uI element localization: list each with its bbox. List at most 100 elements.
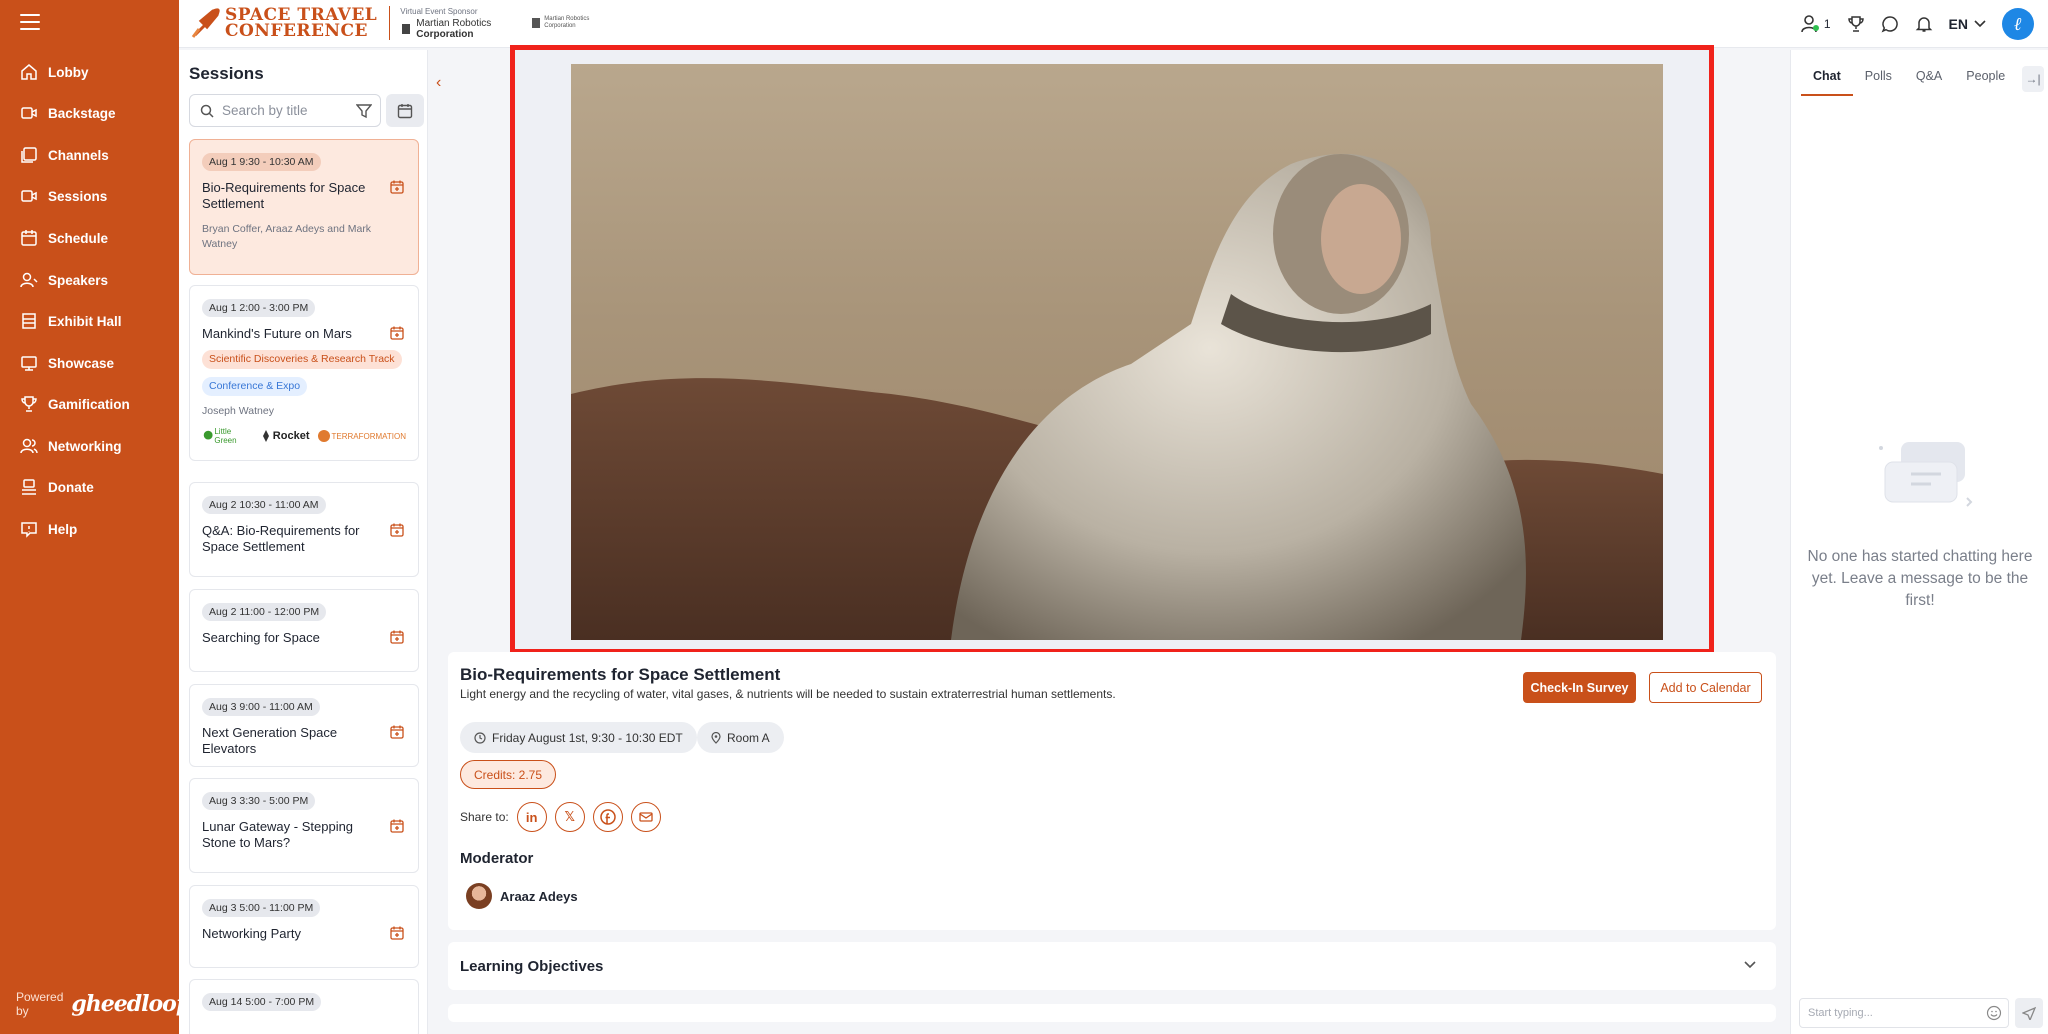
video-icon — [21, 190, 37, 202]
search-input[interactable] — [222, 103, 342, 118]
nav-item-help[interactable]: Help — [0, 511, 179, 547]
nav-item-donate[interactable]: Donate — [0, 469, 179, 505]
learning-objectives-heading: Learning Objectives — [460, 958, 604, 975]
sponsor-logos: Little Green Rocket TERRAFORMATION — [202, 427, 406, 445]
online-users-button[interactable]: 1 — [1800, 14, 1831, 34]
nav-item-schedule[interactable]: Schedule — [0, 220, 179, 256]
tree-icon — [203, 430, 213, 440]
video-highlight — [510, 45, 1714, 654]
session-card[interactable]: Aug 3 3:30 - 5:00 PM Lunar Gateway - Ste… — [189, 778, 419, 873]
sponsor-label: Virtual Event Sponsor — [400, 6, 478, 16]
session-card[interactable]: Aug 3 5:00 - 11:00 PM Networking Party — [189, 885, 419, 968]
filter-icon[interactable] — [356, 103, 372, 119]
platform-logo[interactable]: gheedloop — [71, 991, 191, 1017]
rocket-logo-icon — [191, 8, 220, 38]
moderator[interactable]: Araaz Adeys — [466, 883, 578, 909]
send-button[interactable] — [2015, 998, 2043, 1028]
nav-item-backstage[interactable]: Backstage — [0, 95, 179, 131]
add-calendar-icon[interactable] — [390, 523, 404, 537]
nav-item-gamification[interactable]: Gamification — [0, 386, 179, 422]
facebook-icon — [599, 809, 616, 825]
tab-qa[interactable]: Q&A — [1904, 50, 1954, 96]
sponsor2-name-line2: Corporation — [544, 23, 576, 29]
session-card[interactable]: Aug 1 9:30 - 10:30 AM Bio-Requirements f… — [189, 139, 419, 275]
chat-input[interactable] — [1808, 1007, 1968, 1019]
search-icon — [200, 104, 214, 118]
chat-input-box — [1799, 998, 2009, 1028]
astronaut-image — [571, 64, 1663, 640]
session-card[interactable]: Aug 2 10:30 - 11:00 AM Q&A: Bio-Requirem… — [189, 482, 419, 577]
building-icon — [22, 313, 36, 329]
session-card[interactable]: Aug 1 2:00 - 3:00 PM Mankind's Future on… — [189, 285, 419, 461]
collapse-panel-icon[interactable]: →| — [2022, 66, 2044, 92]
nav-item-label: Sessions — [48, 188, 108, 204]
moderator-name: Araaz Adeys — [500, 888, 578, 904]
share-x-button[interactable]: 𝕏 — [554, 802, 585, 832]
menu-icon[interactable] — [20, 14, 40, 32]
add-calendar-icon[interactable] — [390, 725, 404, 739]
user-avatar[interactable]: ℓ — [2002, 8, 2034, 40]
rocket-icon — [262, 430, 269, 442]
channels-icon — [21, 147, 37, 163]
chat-bubble-icon[interactable] — [1881, 15, 1899, 33]
collapse-sessions-icon[interactable]: ‹ — [436, 74, 441, 92]
chat-tabs: Chat Polls Q&A People — [1801, 50, 2017, 96]
nav-item-exhibit-hall[interactable]: Exhibit Hall — [0, 303, 179, 339]
session-datetime: Friday August 1st, 9:30 - 10:30 EDT — [492, 730, 683, 745]
session-time: Aug 14 5:00 - 7:00 PM — [202, 993, 322, 1011]
session-card[interactable]: Aug 14 5:00 - 7:00 PM — [189, 979, 419, 1034]
add-calendar-icon[interactable] — [390, 819, 404, 833]
trophy-icon[interactable] — [1847, 15, 1865, 33]
nav-item-lobby[interactable]: Lobby — [0, 54, 179, 90]
sponsor-logo: Little Green — [202, 427, 251, 445]
video-icon — [21, 107, 37, 119]
chevron-down-icon — [1744, 961, 1756, 969]
top-icons: 1 EN ℓ — [1800, 8, 2034, 40]
sponsor-logo: Rocket — [259, 429, 309, 443]
session-card[interactable]: Aug 2 11:00 - 12:00 PM Searching for Spa… — [189, 589, 419, 672]
add-calendar-icon[interactable] — [390, 326, 404, 340]
nav-item-label: Gamification — [48, 396, 130, 412]
session-card[interactable]: Aug 3 9:00 - 11:00 AM Next Generation Sp… — [189, 684, 419, 767]
nav-item-speakers[interactable]: Speakers — [0, 262, 179, 298]
tab-polls[interactable]: Polls — [1853, 50, 1904, 96]
emoji-icon[interactable] — [1986, 1005, 2002, 1021]
nav-item-showcase[interactable]: Showcase — [0, 345, 179, 381]
calendar-icon — [21, 230, 37, 246]
add-calendar-icon[interactable] — [390, 180, 404, 194]
tab-people[interactable]: People — [1954, 50, 2017, 96]
add-calendar-icon[interactable] — [390, 630, 404, 644]
nav-item-sessions[interactable]: Sessions — [0, 178, 179, 214]
sponsor2-block: Martian Robotics Corporation — [531, 16, 589, 30]
language-selector[interactable]: EN — [1949, 16, 1986, 32]
robot-logo-icon — [402, 23, 411, 34]
share-row: Share to: in 𝕏 — [460, 802, 661, 832]
video-player[interactable] — [571, 64, 1663, 640]
tab-chat[interactable]: Chat — [1801, 50, 1853, 96]
add-calendar-icon[interactable] — [390, 926, 404, 940]
calendar-view-button[interactable] — [386, 94, 424, 127]
share-facebook-button[interactable] — [592, 802, 623, 832]
bell-icon[interactable] — [1915, 15, 1933, 33]
nav-item-label: Channels — [48, 147, 109, 163]
share-email-button[interactable] — [630, 802, 661, 832]
share-linkedin-button[interactable]: in — [516, 802, 547, 832]
session-title: Searching for Space — [202, 630, 320, 645]
sponsor-name-line1: Martian Robotics — [416, 17, 492, 29]
learning-objectives-accordion[interactable]: Learning Objectives — [448, 942, 1776, 990]
linkedin-icon: in — [525, 809, 538, 825]
help-icon — [21, 522, 37, 538]
nav-item-label: Help — [48, 521, 78, 537]
check-in-survey-button[interactable]: Check-In Survey — [1523, 672, 1636, 703]
track-tag: Scientific Discoveries & Research Track — [202, 350, 402, 369]
session-speakers: Bryan Coffer, Araaz Adeys and Mark Watne… — [202, 223, 372, 250]
sessions-panel: Sessions Aug 1 9:30 - 10:30 AM Bio-Requi… — [179, 50, 428, 1034]
nav-item-channels[interactable]: Channels — [0, 137, 179, 173]
add-to-calendar-button[interactable]: Add to Calendar — [1649, 672, 1762, 703]
nav-item-label: Lobby — [48, 64, 89, 80]
sessions-heading: Sessions — [189, 64, 264, 83]
session-title: Lunar Gateway - Stepping Stone to Mars? — [202, 819, 354, 850]
nav-item-networking[interactable]: Networking — [0, 428, 179, 464]
sponsor2-name-line1: Martian Robotics — [544, 16, 590, 22]
email-icon — [639, 812, 653, 822]
